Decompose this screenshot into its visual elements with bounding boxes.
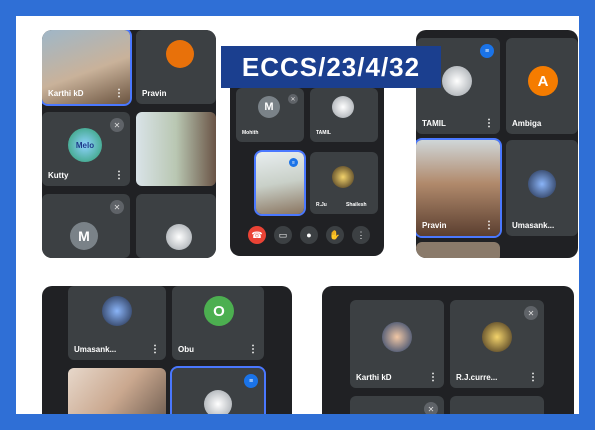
participant-name: Umasank... (74, 345, 117, 354)
tile-ambiga[interactable]: A Ambiga (506, 38, 578, 134)
participant-name: Mohith (242, 130, 259, 136)
avatar (332, 166, 354, 188)
participant-name: TAMIL (422, 119, 446, 128)
tile-kutty[interactable]: Melo ✕ Kutty ⋮ (42, 112, 130, 186)
more-options-icon[interactable]: ⋮ (352, 226, 370, 244)
avatar: A (528, 66, 558, 96)
tile-video-small[interactable]: ≡ (254, 150, 306, 216)
avatar-letter: O (213, 302, 225, 320)
participant-name: R.Ju (316, 202, 327, 208)
tile-video-hand[interactable] (68, 368, 166, 414)
tile-karthi-kd[interactable]: Karthi kD ⋮ (350, 300, 444, 388)
tile-obu[interactable]: O Obu ⋮ (172, 286, 264, 360)
participant-name: Ambiga (512, 119, 542, 128)
avatar: O (204, 296, 234, 326)
avatar-letter: M (264, 101, 274, 113)
more-vert-icon[interactable]: ⋮ (114, 88, 124, 99)
avatar (442, 66, 472, 96)
tile-tamil-small[interactable]: TAMIL (310, 88, 378, 142)
video-feed (136, 112, 216, 186)
tile-mohith[interactable]: M ✕ Mohith (236, 88, 304, 142)
participant-name: Karthi kD (48, 89, 84, 98)
avatar: Melo (68, 128, 102, 162)
more-vert-icon[interactable]: ⋮ (484, 118, 494, 129)
document-code-banner: ECCS/23/4/32 (221, 46, 441, 88)
tile-bottom-partial[interactable] (416, 242, 500, 258)
more-vert-icon[interactable]: ⋮ (150, 344, 160, 355)
tile-flower-speaking[interactable]: ≡ (170, 366, 266, 414)
participant-name: Karthi kD (356, 373, 392, 382)
avatar: M (70, 222, 98, 250)
avatar (528, 170, 556, 198)
speaking-icon: ≡ (289, 158, 298, 167)
tile-m[interactable]: M ✕ (42, 194, 130, 258)
speaking-icon: ≡ (480, 44, 494, 58)
more-vert-icon[interactable]: ⋮ (484, 220, 494, 231)
mic-off-icon: ✕ (524, 306, 538, 320)
participant-name: Umasank... (512, 221, 555, 230)
participant-name: Pravin (142, 89, 167, 98)
screenshot-bottom-right: Karthi kD ⋮ ✕ R.J.curre... ⋮ ✕ (322, 286, 574, 414)
more-vert-icon[interactable]: ⋮ (528, 372, 538, 383)
speaking-icon: ≡ (244, 374, 258, 388)
mic-off-icon: ✕ (110, 200, 124, 214)
screenshot-top-middle: M ✕ Mohith TAMIL ≡ R.Ju Shailesh ☎ ▭ ● ✋… (230, 66, 384, 256)
avatar (204, 390, 232, 414)
more-vert-icon[interactable]: ⋮ (114, 170, 124, 181)
mic-off-icon: ✕ (288, 94, 298, 104)
avatar (102, 296, 132, 326)
end-call-icon[interactable]: ☎ (248, 226, 266, 244)
tile-umasank[interactable]: Umasank... ⋮ (68, 286, 166, 360)
tile-karthi-kd[interactable]: Karthi kD ⋮ (42, 30, 132, 106)
hand-icon[interactable]: ✋ (326, 226, 344, 244)
video-feed (68, 368, 166, 414)
mic-off-icon: ✕ (424, 402, 438, 414)
avatar (482, 322, 512, 352)
screenshot-bottom-left: Umasank... ⋮ O Obu ⋮ ≡ (42, 286, 292, 414)
tile-bottom-a[interactable]: ✕ (350, 396, 444, 414)
tile-video-person[interactable] (136, 112, 216, 186)
participant-name: R.J.curre... (456, 373, 498, 382)
participant-name: Pravin (422, 221, 447, 230)
more-vert-icon[interactable]: ⋮ (248, 344, 258, 355)
avatar-letter: M (78, 228, 90, 244)
avatar-text: Melo (75, 140, 95, 150)
mic-off-icon: ✕ (110, 118, 124, 132)
participant-name-secondary: Shailesh (346, 202, 367, 208)
more-vert-icon[interactable]: ⋮ (428, 372, 438, 383)
tile-umasank[interactable]: Umasank... (506, 140, 578, 236)
mic-icon[interactable]: ● (300, 226, 318, 244)
tile-rj-curre[interactable]: ✕ R.J.curre... ⋮ (450, 300, 544, 388)
tile-bottom-b[interactable] (450, 396, 544, 414)
screenshot-top-left: Karthi kD ⋮ Pravin Melo ✕ Kutty ⋮ M ✕ (42, 30, 216, 258)
participant-name: Obu (178, 345, 194, 354)
avatar (332, 96, 354, 118)
avatar (382, 322, 412, 352)
avatar (166, 40, 194, 68)
tile-pravin-video[interactable]: Pravin ⋮ (416, 138, 502, 238)
avatar: M (258, 96, 280, 118)
avatar (166, 224, 192, 250)
participant-name: TAMIL (316, 130, 331, 136)
avatar-letter: A (537, 72, 549, 90)
tile-flower[interactable] (136, 194, 216, 258)
tile-rju[interactable]: R.Ju Shailesh (310, 152, 378, 214)
camera-icon[interactable]: ▭ (274, 226, 292, 244)
photo-frame: Karthi kD ⋮ Pravin Melo ✕ Kutty ⋮ M ✕ M … (16, 16, 579, 414)
tile-pravin[interactable]: Pravin (136, 30, 216, 104)
participant-name: Kutty (48, 171, 69, 180)
